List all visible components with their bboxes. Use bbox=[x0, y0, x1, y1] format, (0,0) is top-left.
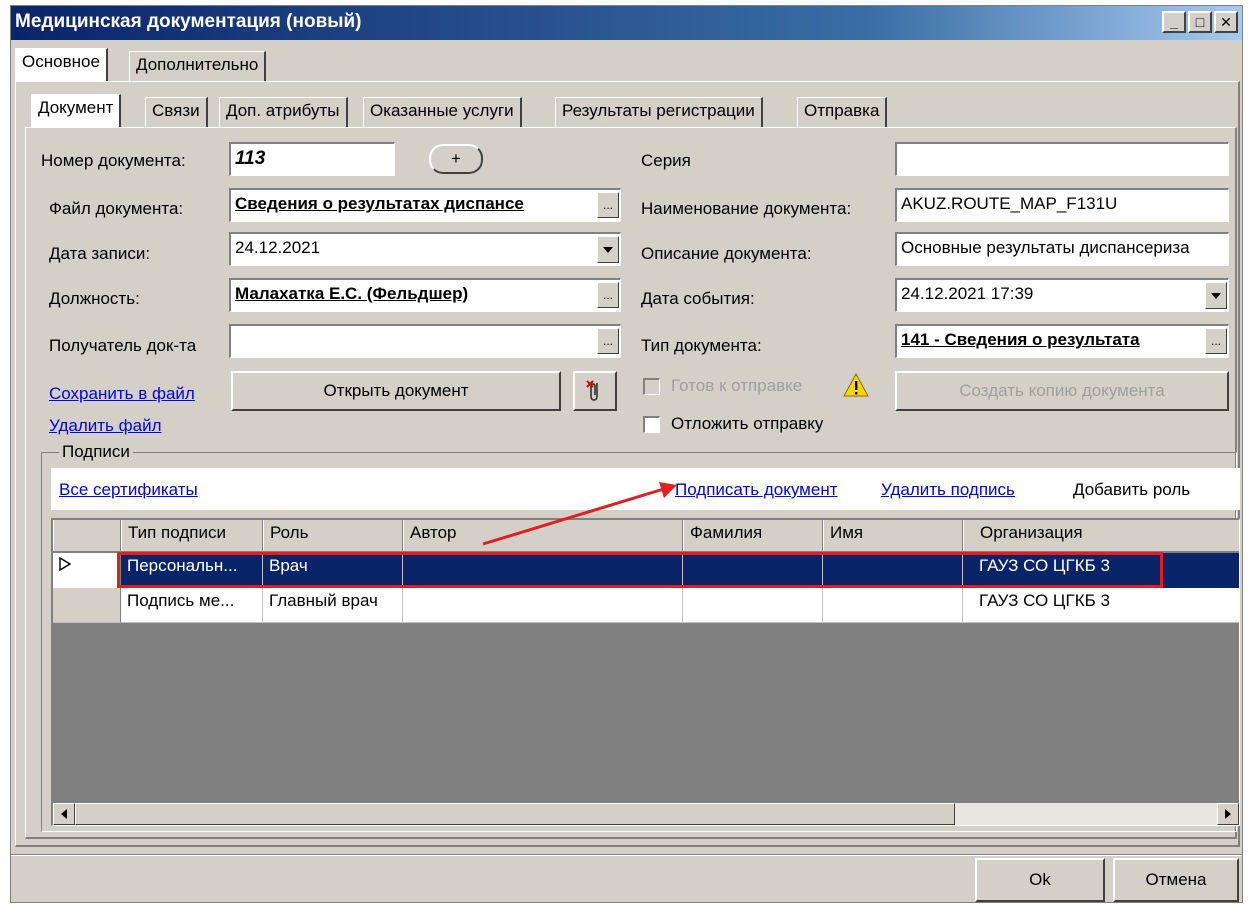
doc-file-field[interactable]: Сведения о результатах диспансе ... bbox=[229, 188, 621, 222]
position-label: Должность: bbox=[49, 289, 140, 308]
arrow-right-icon bbox=[1225, 809, 1231, 819]
cell-signature-type: Подпись ме... bbox=[121, 588, 263, 623]
delete-file-link[interactable]: Удалить файл bbox=[49, 416, 161, 436]
tab-registration-results[interactable]: Результаты регистрации bbox=[555, 97, 763, 127]
create-copy-button[interactable]: Создать копию документа bbox=[895, 371, 1229, 411]
doc-file-browse-button[interactable]: ... bbox=[597, 192, 619, 218]
add-number-button[interactable]: + bbox=[429, 144, 483, 174]
record-date-value: 24.12.2021 bbox=[235, 238, 321, 257]
recipient-browse-button[interactable]: ... bbox=[597, 328, 619, 354]
table-row[interactable]: Подпись ме... Главный врач ГАУЗ СО ЦГКБ … bbox=[53, 588, 1239, 623]
postpone-send-label: Отложить отправку bbox=[671, 414, 824, 433]
chevron-down-icon bbox=[1211, 292, 1221, 299]
doc-type-field[interactable]: 141 - Сведения о результата ... bbox=[895, 324, 1229, 358]
tab-document[interactable]: Документ bbox=[31, 94, 122, 127]
position-value: Малахатка Е.С. (Фельдшер) bbox=[235, 284, 469, 303]
event-date-value: 24.12.2021 17:39 bbox=[901, 284, 1034, 303]
add-role-button[interactable]: Добавить роль bbox=[1073, 480, 1190, 500]
scroll-left-button[interactable] bbox=[53, 803, 75, 825]
chevron-down-icon bbox=[603, 246, 613, 253]
tab-osnovnoe[interactable]: Основное bbox=[15, 48, 108, 81]
position-browse-button[interactable]: ... bbox=[597, 282, 619, 308]
dialog-window: Медицинская документация (новый) _ □ ✕ О… bbox=[10, 5, 1243, 903]
row-indicator-header bbox=[53, 520, 121, 551]
title-bar[interactable]: Медицинская документация (новый) _ □ ✕ bbox=[11, 6, 1242, 40]
series-field[interactable] bbox=[895, 142, 1229, 176]
attach-file-button[interactable] bbox=[573, 371, 617, 411]
doc-name-field[interactable]: AKUZ.ROUTE_MAP_F131U bbox=[895, 188, 1229, 222]
scroll-right-button[interactable] bbox=[1217, 803, 1239, 825]
all-certificates-link[interactable]: Все сертификаты bbox=[59, 480, 198, 500]
doc-type-label: Тип документа: bbox=[641, 336, 762, 355]
tab-extra-attributes[interactable]: Доп. атрибуты bbox=[219, 97, 348, 127]
event-date-label: Дата события: bbox=[641, 289, 755, 308]
doc-name-label: Наименование документа: bbox=[641, 199, 852, 218]
postpone-send-checkbox[interactable] bbox=[643, 416, 660, 433]
tab-services[interactable]: Оказанные услуги bbox=[363, 97, 522, 127]
recipient-label: Получатель док-та bbox=[49, 336, 197, 355]
arrow-left-icon bbox=[61, 809, 67, 819]
series-label: Серия bbox=[641, 151, 691, 170]
doc-desc-label: Описание документа: bbox=[641, 244, 812, 263]
column-header[interactable]: Роль bbox=[263, 520, 403, 551]
column-header[interactable]: Фамилия bbox=[683, 520, 823, 551]
plus-icon: + bbox=[451, 149, 461, 168]
column-header[interactable]: Тип подписи bbox=[121, 520, 263, 551]
window-title: Медицинская документация (новый) bbox=[15, 11, 362, 32]
row-indicator bbox=[53, 553, 121, 588]
close-button[interactable]: ✕ bbox=[1214, 11, 1238, 33]
ready-to-send-checkbox[interactable] bbox=[643, 378, 660, 395]
tab-links[interactable]: Связи bbox=[145, 97, 208, 127]
cell-author bbox=[403, 588, 683, 623]
cell-name bbox=[823, 588, 963, 623]
horizontal-scrollbar[interactable] bbox=[53, 803, 1239, 825]
tab-send[interactable]: Отправка bbox=[797, 97, 888, 127]
column-header[interactable]: Организация bbox=[963, 520, 1239, 551]
event-date-dropdown[interactable] bbox=[1205, 282, 1227, 309]
ok-button[interactable]: Ok bbox=[975, 858, 1105, 902]
cancel-button[interactable]: Отмена bbox=[1113, 858, 1239, 902]
cell-surname bbox=[683, 588, 823, 623]
footer-separator bbox=[11, 854, 1242, 856]
scroll-thumb[interactable] bbox=[75, 803, 955, 825]
annotation-arrow-icon bbox=[482, 482, 677, 546]
doc-number-label: Номер документа: bbox=[41, 151, 186, 170]
record-date-dropdown[interactable] bbox=[597, 236, 619, 263]
save-to-file-link[interactable]: Сохранить в файл bbox=[49, 384, 195, 404]
doc-type-value: 141 - Сведения о результата bbox=[901, 330, 1140, 349]
minimize-button[interactable]: _ bbox=[1162, 11, 1186, 33]
row-indicator bbox=[53, 588, 121, 623]
tab-dopolnitelno[interactable]: Дополнительно bbox=[129, 51, 267, 81]
cell-role: Главный врач bbox=[263, 588, 403, 623]
doc-desc-field[interactable]: Основные результаты диспансериза bbox=[895, 232, 1229, 266]
recipient-field[interactable]: ... bbox=[229, 324, 621, 358]
signatures-group-label: Подписи bbox=[59, 442, 133, 462]
doc-file-value: Сведения о результатах диспансе bbox=[235, 194, 524, 213]
delete-signature-link[interactable]: Удалить подпись bbox=[881, 480, 1015, 500]
cell-organization: ГАУЗ СО ЦГКБ 3 bbox=[963, 588, 1239, 623]
open-document-button[interactable]: Открыть документ bbox=[231, 371, 561, 411]
doc-file-label: Файл документа: bbox=[49, 199, 184, 218]
event-date-field[interactable]: 24.12.2021 17:39 bbox=[895, 278, 1229, 312]
doc-type-browse-button[interactable]: ... bbox=[1205, 328, 1227, 354]
annotation-highlight-box bbox=[117, 552, 1163, 588]
ready-to-send-label: Готов к отправке bbox=[671, 376, 803, 395]
sign-document-link[interactable]: Подписать документ bbox=[675, 480, 838, 500]
warning-icon bbox=[843, 373, 869, 397]
doc-number-field[interactable]: 113 bbox=[229, 142, 395, 176]
maximize-button[interactable]: □ bbox=[1188, 11, 1212, 33]
paperclip-icon bbox=[586, 380, 598, 401]
record-date-field[interactable]: 24.12.2021 bbox=[229, 232, 621, 266]
column-header[interactable]: Имя bbox=[823, 520, 963, 551]
position-field[interactable]: Малахатка Е.С. (Фельдшер) ... bbox=[229, 278, 621, 312]
record-date-label: Дата записи: bbox=[49, 244, 151, 263]
row-pointer-icon bbox=[59, 556, 72, 572]
